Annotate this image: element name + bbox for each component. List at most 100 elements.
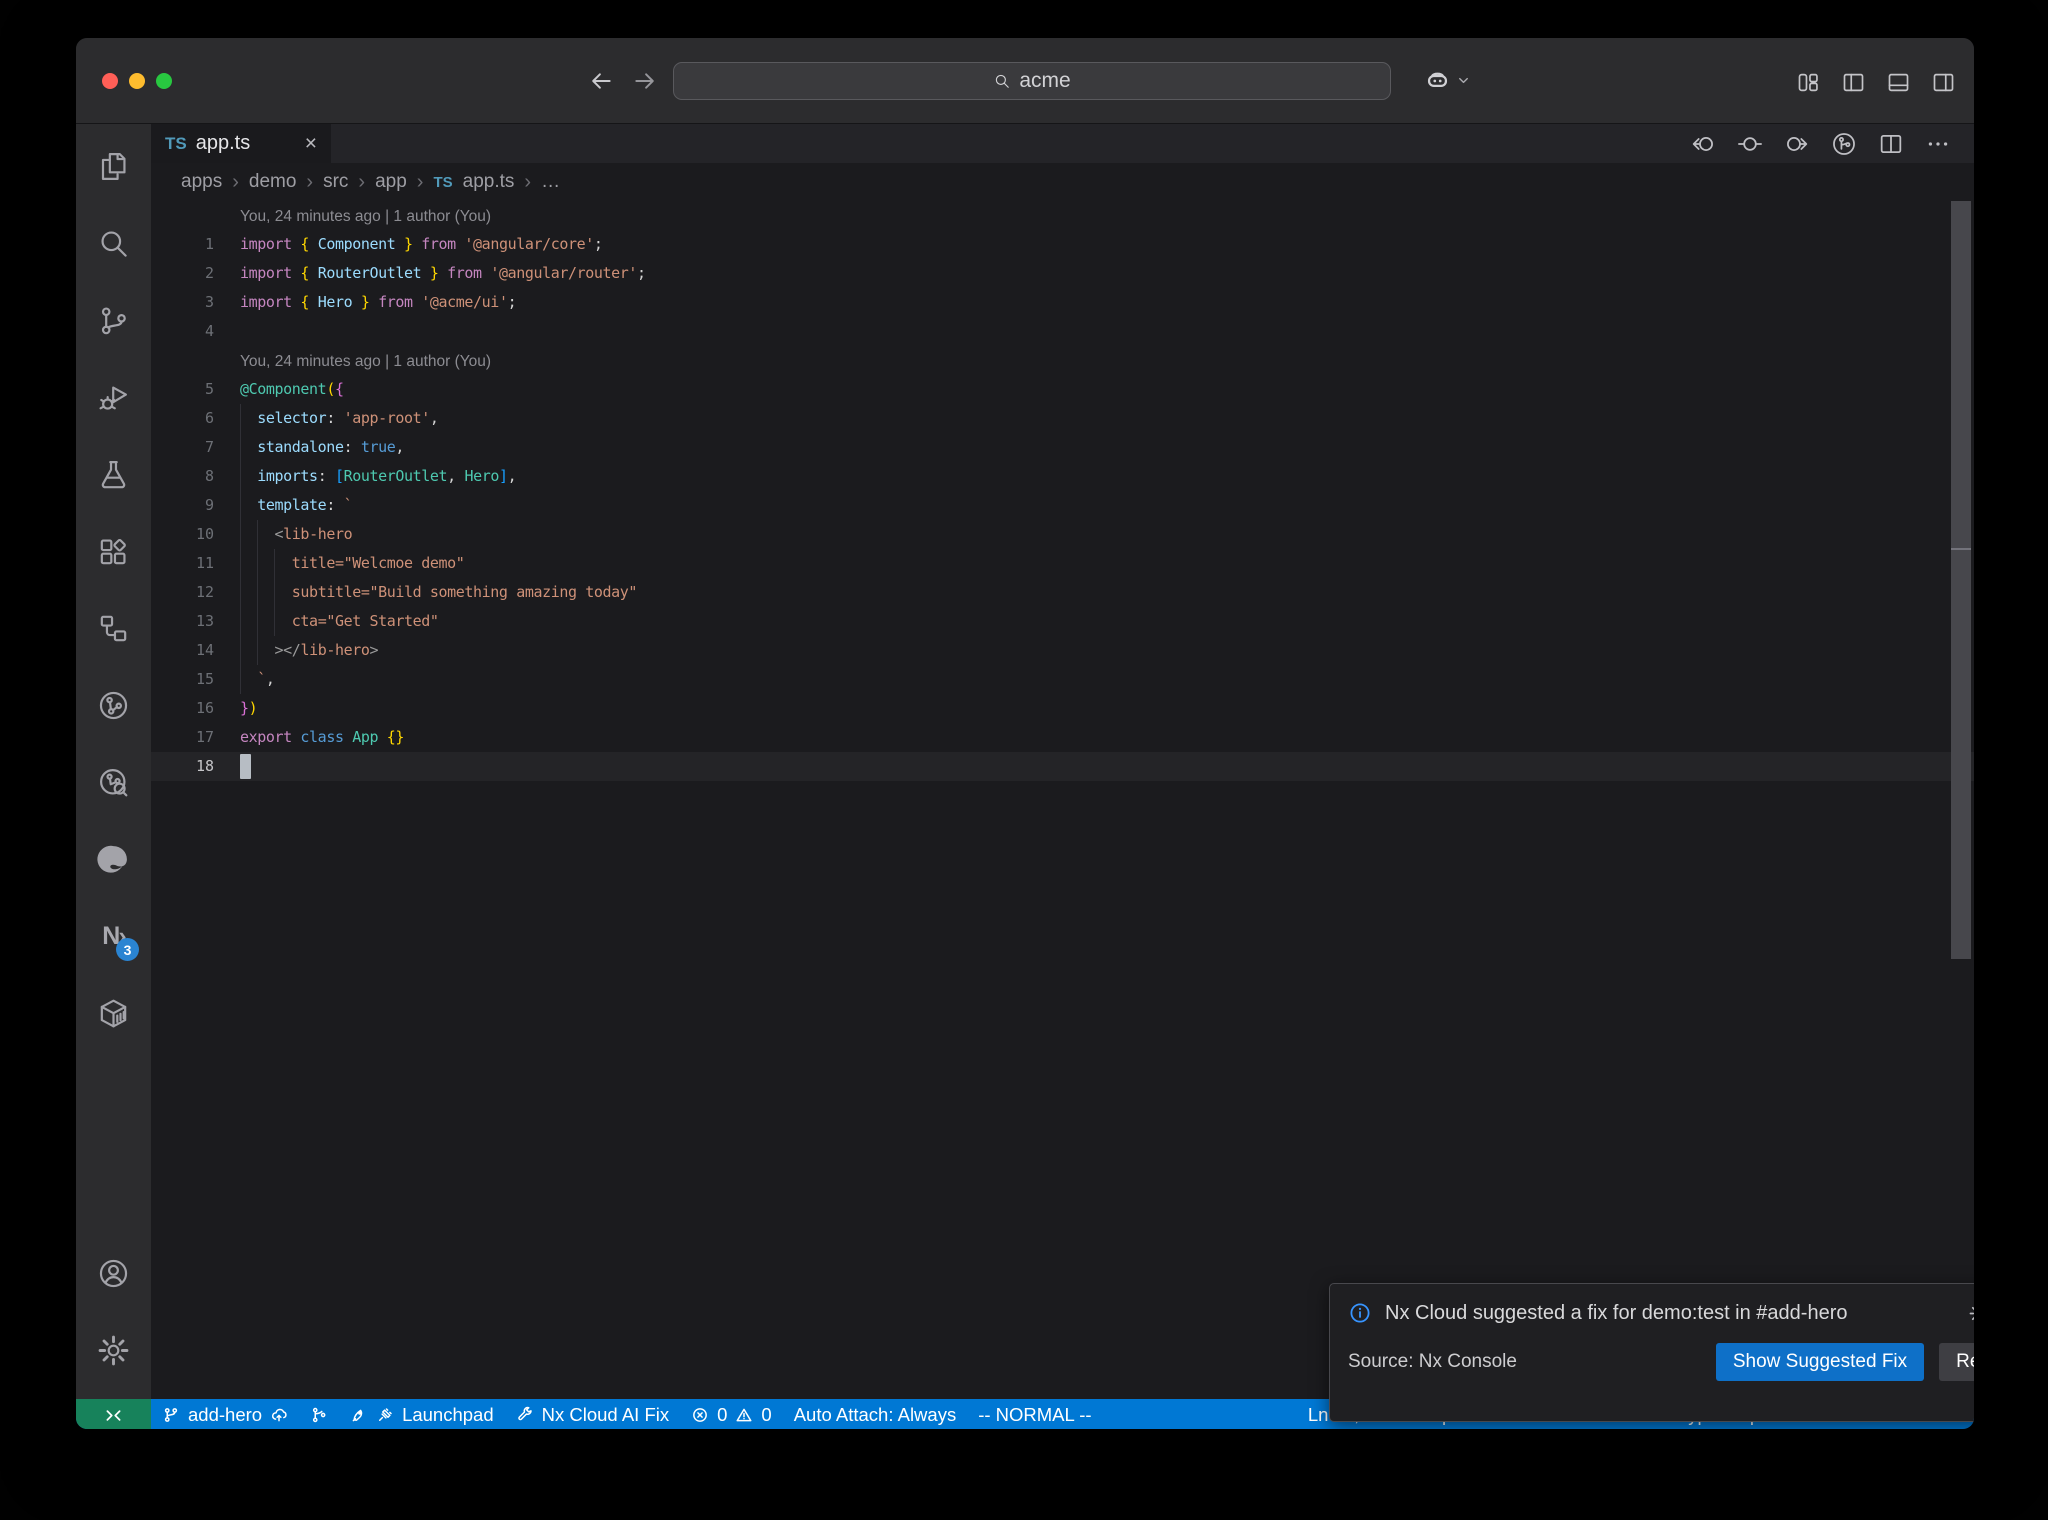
token: ]	[498, 467, 508, 485]
typescript-file-icon: TS	[165, 133, 187, 153]
customize-layout-button[interactable]	[1793, 67, 1823, 97]
token: Hero	[464, 467, 499, 485]
activity-item-run-debug[interactable]	[76, 359, 151, 436]
cloud-upload-icon	[270, 1406, 288, 1424]
activity-item-explorer[interactable]	[76, 128, 151, 205]
layout-sidebar-left-icon	[1840, 69, 1867, 96]
split-editor-button[interactable]	[1877, 130, 1905, 158]
accounts-icon	[96, 1256, 131, 1291]
token: `	[257, 670, 266, 688]
token: RouterOutlet	[343, 467, 448, 485]
tab-app-ts[interactable]: TS app.ts ×	[151, 124, 331, 163]
activity-item-graph-search[interactable]	[76, 744, 151, 821]
activity-item-container[interactable]	[76, 975, 151, 1052]
activity-bar: N› 3	[76, 124, 151, 1399]
line-number: 10	[195, 525, 214, 543]
workbench: N› 3 TS app.ts × apps › demo › src › app › TS app.…	[76, 124, 1974, 1399]
line-number: 14	[195, 641, 214, 659]
notification-settings-gear-icon[interactable]	[1968, 1303, 1975, 1324]
tab-strip: TS app.ts ×	[151, 124, 1974, 163]
token: '@angular/router'	[490, 264, 638, 282]
breadcrumb-item[interactable]: demo	[249, 171, 297, 193]
desktop: acme N› 3 TS app.ts × apps › demo › src …	[0, 0, 2048, 1520]
activity-item-accounts[interactable]	[76, 1235, 151, 1312]
run-circle-button[interactable]	[1830, 130, 1858, 158]
token: '@angular/core'	[464, 235, 594, 253]
problems-status[interactable]: 00	[680, 1399, 783, 1429]
line-content: subtitle="Build something amazing today"	[214, 578, 638, 607]
breadcrumb-symbol-tail[interactable]: …	[541, 171, 560, 193]
commit-graph-status[interactable]	[299, 1399, 339, 1430]
token: ;	[593, 235, 603, 253]
nav-back-circle-icon	[1689, 130, 1717, 158]
activity-item-hierarchy[interactable]	[76, 590, 151, 667]
branch-status[interactable]: add-hero	[151, 1399, 299, 1429]
zoom-button[interactable]	[156, 73, 172, 89]
activity-item-extensions[interactable]	[76, 513, 151, 590]
layout-sidebar-left-button[interactable]	[1838, 67, 1868, 97]
launchpad-status[interactable]: Launchpad	[339, 1399, 505, 1429]
tab-label: app.ts	[195, 132, 251, 154]
back-arrow-icon[interactable]	[588, 68, 614, 94]
remote-indicator[interactable]	[76, 1399, 151, 1429]
project-graph-icon	[96, 688, 131, 723]
line-content: ></lib-hero>	[214, 636, 379, 665]
line-number: 5	[204, 380, 214, 398]
show-suggested-fix-button[interactable]: Show Suggested Fix	[1715, 1343, 1925, 1381]
vertical-scrollbar[interactable]	[1951, 201, 1971, 959]
code-editor[interactable]: You, 24 minutes ago | 1 author (You) 1 imp…	[151, 201, 1974, 1399]
notification-header: Nx Cloud suggested a fix for demo:test i…	[1330, 1284, 1975, 1331]
more-button[interactable]	[1924, 130, 1952, 158]
git-branch-icon	[162, 1406, 180, 1424]
breadcrumb-file[interactable]: app.ts	[463, 171, 515, 193]
close-tab-icon[interactable]: ×	[305, 133, 317, 154]
forward-arrow-icon[interactable]	[632, 68, 658, 94]
close-button[interactable]	[102, 73, 118, 89]
vim-mode-status-label: -- NORMAL --	[978, 1404, 1092, 1425]
code-line-6: 6 selector: 'app-root',	[151, 404, 1974, 433]
breadcrumb[interactable]: apps › demo › src › app › TS app.ts ›…	[151, 163, 1974, 201]
copilot-menu[interactable]	[1424, 67, 1471, 94]
line-number: 16	[195, 699, 214, 717]
line-content: <lib-hero	[214, 520, 353, 549]
token: {	[300, 235, 318, 253]
nav-forward-circle-button[interactable]	[1783, 130, 1811, 158]
token: export	[240, 728, 301, 746]
activity-item-nx[interactable]: N› 3	[76, 898, 151, 975]
history-nav	[588, 68, 658, 94]
breadcrumb-item[interactable]: apps	[181, 171, 222, 193]
typescript-file-icon: TS	[433, 173, 453, 191]
vim-mode-status[interactable]: -- NORMAL --	[967, 1399, 1102, 1429]
title-bar: acme	[76, 38, 1974, 124]
reject-button[interactable]: Reject	[1939, 1343, 1974, 1381]
text-cursor	[240, 754, 251, 779]
circle-dash-button[interactable]	[1736, 130, 1764, 158]
hierarchy-icon	[96, 611, 131, 646]
activity-item-project-graph[interactable]	[76, 667, 151, 744]
breadcrumb-item[interactable]: src	[323, 171, 348, 193]
token: ;	[637, 264, 646, 282]
auto-attach-status-label: Auto Attach: Always	[793, 1404, 957, 1425]
auto-attach-status[interactable]: Auto Attach: Always	[783, 1399, 967, 1429]
command-center-search[interactable]: acme	[673, 62, 1391, 100]
activity-item-search[interactable]	[76, 205, 151, 282]
minimize-button[interactable]	[129, 73, 145, 89]
token: from	[378, 293, 422, 311]
layout-sidebar-right-button[interactable]	[1928, 67, 1958, 97]
activity-item-source-control[interactable]	[76, 282, 151, 359]
activity-item-settings-gear[interactable]	[76, 1312, 151, 1389]
layout-panel-button[interactable]	[1883, 67, 1913, 97]
editor-actions	[1689, 124, 1974, 163]
nx-cloud-ai-fix-status[interactable]: Nx Cloud AI Fix	[505, 1399, 681, 1429]
activity-item-testing[interactable]	[76, 436, 151, 513]
breadcrumb-item[interactable]: app	[375, 171, 407, 193]
activity-item-edge[interactable]	[76, 821, 151, 898]
code-line-11: 11 title="Welcmoe demo"	[151, 549, 1974, 578]
token: ,	[395, 438, 405, 456]
nav-back-circle-button[interactable]	[1689, 130, 1717, 158]
